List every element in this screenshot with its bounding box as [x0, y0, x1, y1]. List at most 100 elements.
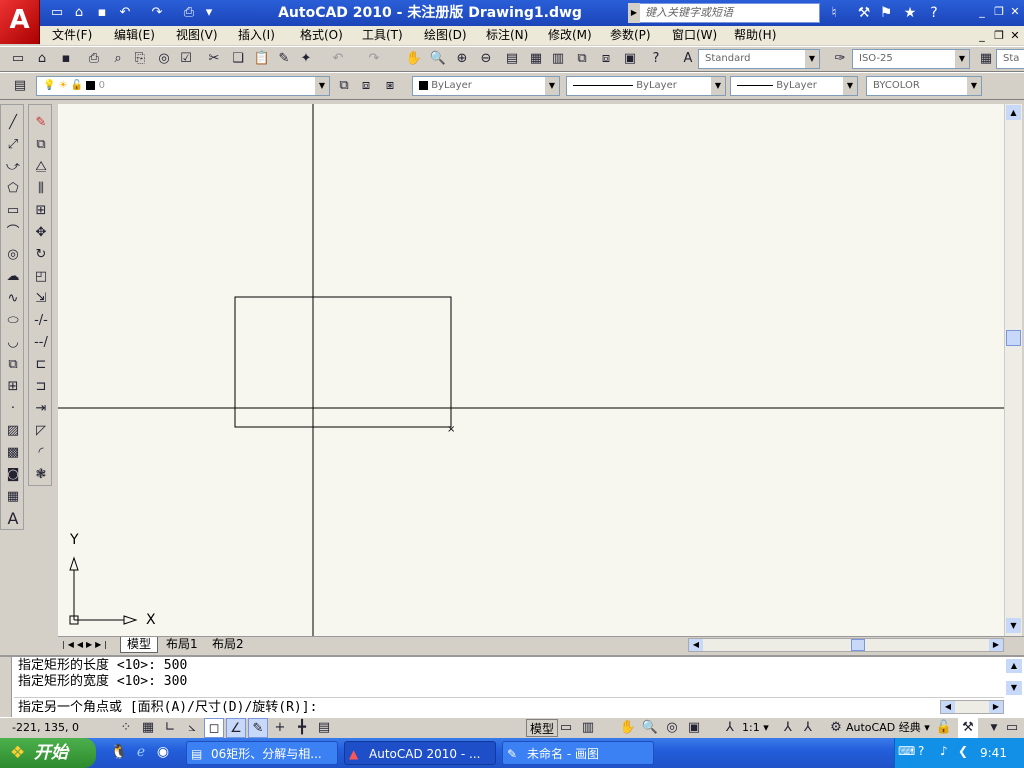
plot-preview-icon[interactable]: ⌕	[108, 49, 128, 69]
properties-icon[interactable]: ▤	[502, 49, 522, 69]
color-control-select[interactable]: ByLayer ▼	[412, 76, 560, 96]
text-style-select[interactable]: Standard ▼	[698, 49, 820, 69]
clean-screen-icon[interactable]: ▭	[1002, 718, 1022, 738]
sheet-set-icon[interactable]: ⧉	[572, 49, 592, 69]
command-prompt[interactable]: 指定另一个角点或 [面积(A)/尺寸(D)/旋转(R)]:	[18, 700, 317, 716]
command-scroll-down-icon[interactable]: ▼	[1006, 681, 1022, 695]
layer-properties-icon[interactable]: ▤	[10, 76, 30, 96]
scroll-right-icon[interactable]: ▶	[989, 639, 1003, 651]
dynamic-input-icon[interactable]: +	[270, 718, 290, 738]
table-style-icon[interactable]: ▦	[976, 49, 996, 69]
tab-layout2[interactable]: 布局2	[208, 637, 248, 653]
layer-states-icon[interactable]: ⧆	[380, 76, 400, 96]
taskbar-item-word-doc[interactable]: ▤ 06矩形、分解与相...	[186, 741, 338, 765]
help-tray-icon[interactable]: ?	[918, 744, 934, 760]
command-scroll-up-icon[interactable]: ▲	[1006, 659, 1022, 673]
minimize-icon[interactable]: _	[975, 5, 989, 19]
offset-icon[interactable]: ⫼	[31, 179, 51, 199]
quick-properties-icon[interactable]: ▤	[314, 718, 334, 738]
stretch-icon[interactable]: ⇲	[31, 289, 51, 309]
open-icon[interactable]: ⌂	[70, 4, 88, 22]
grid-display-icon[interactable]: ▦	[138, 718, 158, 738]
vertical-scroll-thumb[interactable]	[1006, 330, 1021, 346]
dim-style-icon[interactable]: ✑	[830, 49, 850, 69]
text-style-icon[interactable]: A	[678, 49, 698, 69]
dynamic-ucs-icon[interactable]: ✎	[248, 718, 268, 738]
drawing-svg[interactable]: ×	[58, 104, 1004, 636]
menu-parametric[interactable]: 参数(P)	[610, 26, 651, 45]
menu-edit[interactable]: 编辑(E)	[114, 26, 155, 45]
scroll-up-icon[interactable]: ▲	[1006, 105, 1021, 120]
undo-icon[interactable]: ↶	[116, 4, 134, 22]
subscription-center-icon[interactable]: ⚒	[854, 4, 874, 22]
save-icon[interactable]: ▪	[93, 4, 111, 22]
join-icon[interactable]: ⇥	[31, 399, 51, 419]
ortho-mode-icon[interactable]: ∟	[160, 718, 180, 738]
hatch-icon[interactable]: ▨	[3, 421, 23, 441]
tab-model[interactable]: 模型	[120, 637, 159, 653]
scroll-left-icon[interactable]: ◀	[689, 639, 703, 651]
table-style-select[interactable]: Sta	[996, 49, 1024, 69]
coordinates-display[interactable]: -221, 135, 0	[12, 720, 114, 736]
rectangle-icon[interactable]: ▭	[3, 201, 23, 221]
open-file-icon[interactable]: ⌂	[32, 49, 52, 69]
match-properties-icon[interactable]: ✎	[274, 49, 294, 69]
etransmit-icon[interactable]: ☑	[176, 49, 196, 69]
menu-help[interactable]: 帮助(H)	[734, 26, 776, 45]
doc-restore-icon[interactable]: ❐	[992, 29, 1006, 43]
block-editor-icon[interactable]: ✦	[296, 49, 316, 69]
steering-wheel-icon[interactable]: ◎	[662, 718, 682, 738]
break-at-point-icon[interactable]: ⊏	[31, 355, 51, 375]
quick-access-dropdown-icon[interactable]: ▾	[200, 4, 218, 22]
command-horizontal-scrollbar[interactable]: ◀ ▶	[940, 700, 1004, 714]
pan-realtime-icon[interactable]: ✋	[404, 49, 424, 69]
internet-explorer-icon[interactable]: ℯ	[132, 744, 150, 762]
close-icon[interactable]: ✕	[1008, 5, 1022, 19]
favorites-star-icon[interactable]: ★	[900, 4, 920, 22]
copy-object-icon[interactable]: ⧉	[31, 135, 51, 155]
menu-format[interactable]: 格式(O)	[300, 26, 343, 45]
doc-minimize-icon[interactable]: _	[975, 29, 989, 43]
multiline-text-icon[interactable]: A	[3, 509, 23, 529]
horizontal-scrollbar[interactable]: ◀ ▶	[688, 638, 1004, 652]
status-tray-settings-icon[interactable]: ⚒	[958, 718, 978, 738]
menu-draw[interactable]: 绘图(D)	[424, 26, 467, 45]
move-icon[interactable]: ✥	[31, 223, 51, 243]
binoculars-search-icon[interactable]: ♮	[824, 4, 844, 22]
menu-view[interactable]: 视图(V)	[176, 26, 218, 45]
plotstyle-control-select[interactable]: BYCOLOR ▼	[866, 76, 982, 96]
help-icon[interactable]: ?	[924, 4, 944, 22]
clock[interactable]: 9:41	[980, 746, 1020, 762]
communication-center-icon[interactable]: ⚑	[876, 4, 896, 22]
new-icon[interactable]: ▭	[48, 4, 66, 22]
auto-scale-icon[interactable]: ⅄	[798, 718, 818, 738]
search-expand-icon[interactable]: ▶	[628, 3, 640, 23]
taskbar-item-paint[interactable]: ✎ 未命名 - 画图	[502, 741, 654, 765]
qnew-icon[interactable]: ▭	[8, 49, 28, 69]
model-space-button[interactable]: 模型	[526, 719, 559, 737]
layer-previous-icon[interactable]: ⧈	[356, 76, 376, 96]
keyboard-icon[interactable]: ⌨	[898, 744, 915, 760]
annotation-scale-icon[interactable]: ⅄	[720, 718, 740, 738]
dimension-style-select[interactable]: ISO-25 ▼	[852, 49, 970, 69]
extend-icon[interactable]: --/	[31, 333, 51, 353]
arc-icon[interactable]: ⌒	[3, 223, 23, 243]
zoom-window-icon[interactable]: ⊕	[452, 49, 472, 69]
scale-icon[interactable]: ◰	[31, 267, 51, 287]
mirror-icon[interactable]: ⧋	[31, 157, 51, 177]
menu-modify[interactable]: 修改(M)	[548, 26, 592, 45]
break-icon[interactable]: ⊐	[31, 377, 51, 397]
drawing-area[interactable]: × Y X	[58, 104, 1004, 636]
start-button[interactable]: ❖ 开始	[0, 738, 96, 768]
circle-icon[interactable]: ◎	[3, 245, 23, 265]
ellipse-arc-icon[interactable]: ◡	[3, 333, 23, 353]
table-icon[interactable]: ▦	[3, 487, 23, 507]
publish-icon[interactable]: ⎘	[130, 49, 150, 69]
command-window-grip[interactable]	[0, 657, 12, 717]
3d-dwf-icon[interactable]: ◎	[154, 49, 174, 69]
workspace-switch[interactable]: AutoCAD 经典 ▾	[846, 720, 930, 736]
help-toolbar-icon[interactable]: ?	[646, 49, 666, 69]
vertical-scrollbar[interactable]: ▲ ▼	[1004, 104, 1022, 636]
qq-icon[interactable]: 🐧	[110, 744, 128, 762]
revision-cloud-icon[interactable]: ☁	[3, 267, 23, 287]
